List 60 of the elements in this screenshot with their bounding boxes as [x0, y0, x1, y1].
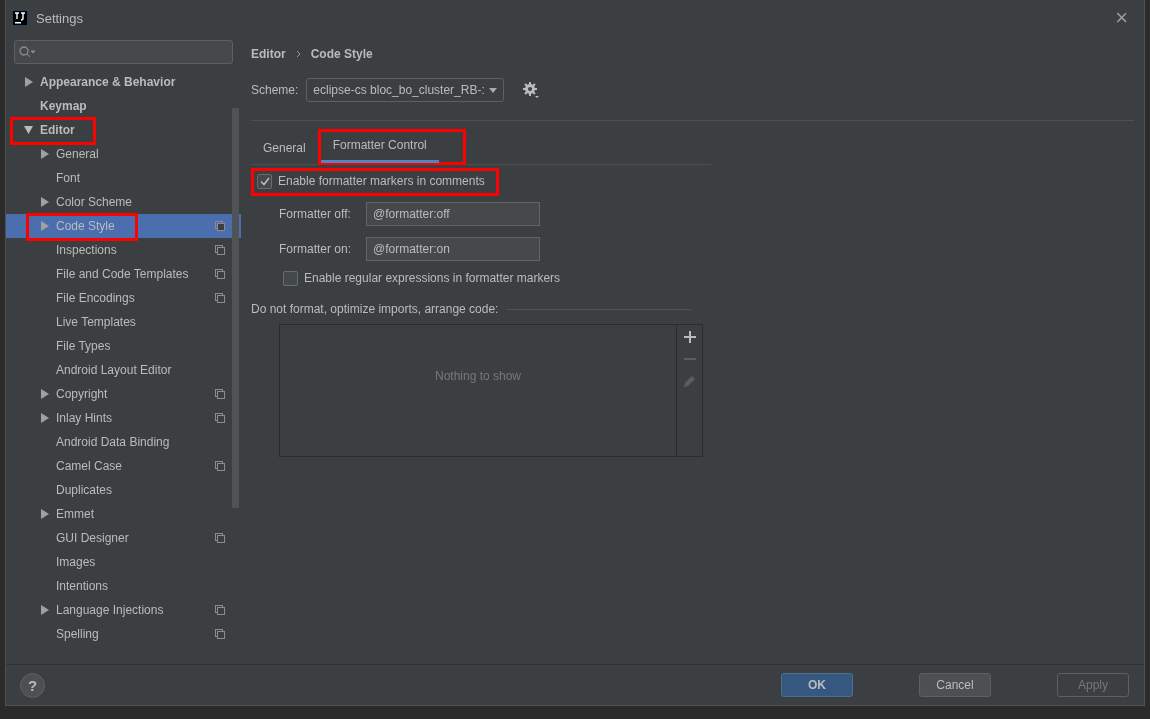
tree-item[interactable]: Android Data Binding: [6, 430, 241, 454]
tree-item[interactable]: File Types: [6, 334, 241, 358]
tree-item[interactable]: Camel Case: [6, 454, 241, 478]
tree-item[interactable]: File and Code Templates: [6, 262, 241, 286]
tree-item[interactable]: Intentions: [6, 574, 241, 598]
expand-right-icon[interactable]: [39, 413, 49, 423]
expand-right-icon[interactable]: [39, 197, 49, 207]
tree-item[interactable]: General: [6, 142, 241, 166]
field-label: Formatter on:: [279, 241, 353, 256]
checkbox[interactable]: [283, 270, 298, 286]
breadcrumb-item: Code Style: [310, 47, 373, 61]
group-title: Do not format, optimize imports, arrange code:: [251, 302, 499, 316]
checkbox-label: Enable formatter markers in comments: [278, 174, 485, 188]
expand-right-icon[interactable]: [39, 605, 49, 615]
empty-message: Nothing to show: [434, 368, 522, 383]
help-button[interactable]: ?: [20, 672, 45, 698]
scrollbar[interactable]: [232, 108, 239, 508]
chevron-icon: [295, 50, 301, 58]
tree-item[interactable]: Editor: [6, 118, 241, 142]
expand-right-icon[interactable]: [39, 509, 49, 519]
tree-item[interactable]: Inspections: [6, 238, 241, 262]
search-icon: [19, 46, 35, 58]
breadcrumb-item: Editor: [251, 47, 286, 61]
tree-item[interactable]: Images: [6, 550, 241, 574]
tree-item[interactable]: Copyright: [6, 382, 241, 406]
tree-item[interactable]: Duplicates: [6, 478, 241, 502]
tree-item[interactable]: Keymap: [6, 94, 241, 118]
text-field[interactable]: @formatter:off: [366, 201, 540, 226]
tree-item[interactable]: GUI Designer: [6, 526, 241, 550]
ok-button[interactable]: OK: [781, 673, 853, 697]
field-label: Formatter off:: [279, 206, 352, 221]
app-logo-icon: [12, 10, 28, 26]
tree-item[interactable]: Font: [6, 166, 241, 190]
tree-item[interactable]: Emmet: [6, 502, 241, 526]
expand-right-icon[interactable]: [39, 149, 49, 159]
window-title: Settings: [36, 10, 84, 26]
tree-item[interactable]: Spelling: [6, 622, 241, 646]
tree-item[interactable]: Live Templates: [6, 310, 241, 334]
expand-right-icon[interactable]: [39, 389, 49, 399]
scheme-label: Scheme:: [251, 83, 299, 97]
cancel-button[interactable]: Cancel: [919, 673, 991, 697]
add-icon[interactable]: [683, 331, 696, 343]
scheme-dropdown[interactable]: eclipse-cs bloc_bo_cluster_RB-:: [306, 78, 504, 102]
text-field[interactable]: @formatter:on: [366, 236, 540, 261]
expand-down-icon[interactable]: [23, 125, 33, 135]
dropdown-arrow-icon: [488, 87, 497, 93]
expand-right-icon[interactable]: [23, 77, 33, 87]
tree-item[interactable]: File Encodings: [6, 286, 241, 310]
tree-item[interactable]: Language Injections: [6, 598, 241, 622]
tab[interactable]: General: [251, 135, 318, 165]
tree-item[interactable]: Appearance & Behavior: [6, 70, 241, 94]
tree-item[interactable]: Color Scheme: [6, 190, 241, 214]
tree-item[interactable]: Android Layout Editor: [6, 358, 241, 382]
checkbox-label: Enable regular expressions in formatter markers: [304, 271, 561, 285]
settings-icon[interactable]: [521, 81, 540, 99]
checkbox[interactable]: [257, 173, 272, 189]
search-field[interactable]: [14, 40, 233, 64]
close-button[interactable]: ×: [1107, 7, 1136, 29]
tab[interactable]: Formatter Control: [320, 132, 439, 163]
tree-item[interactable]: Inlay Hints: [6, 406, 241, 430]
